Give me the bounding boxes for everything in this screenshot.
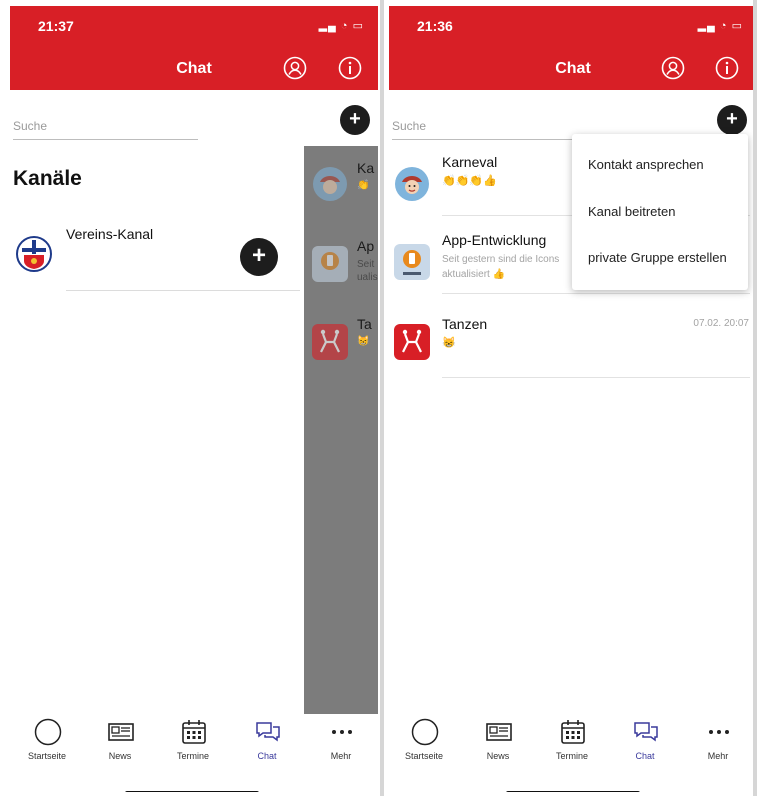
newspaper-icon xyxy=(485,718,513,746)
status-time: 21:36 xyxy=(417,18,453,34)
chat-name: App-Entwicklung xyxy=(442,232,547,248)
chat-preview: 👏👏👏👍 xyxy=(442,175,497,187)
chat-name: Karneval xyxy=(442,154,498,170)
tab-label: Startseite xyxy=(27,751,67,761)
info-icon[interactable] xyxy=(715,56,739,80)
tab-label: Chat xyxy=(257,751,277,761)
tab-label: News xyxy=(108,751,132,761)
home-indicator xyxy=(506,791,640,792)
add-button[interactable]: + xyxy=(340,105,370,135)
tab-bar: Startseite News Termine Chat Mehr xyxy=(10,714,378,792)
dance-icon xyxy=(394,324,430,360)
tab-bar: Startseite News Termine Chat Mehr xyxy=(389,714,757,792)
search-input[interactable]: Suche xyxy=(13,116,198,140)
home-circle-icon xyxy=(411,718,439,746)
profile-icon[interactable] xyxy=(661,56,685,80)
app-project-icon xyxy=(312,246,348,282)
chat-preview: 😸 xyxy=(357,336,370,347)
home-indicator xyxy=(125,791,259,792)
tab-startseite[interactable]: Startseite xyxy=(12,714,82,774)
newspaper-icon xyxy=(107,718,135,746)
divider xyxy=(442,293,750,294)
chat-bubbles-icon xyxy=(254,718,282,746)
carnival-icon xyxy=(394,166,430,202)
chat-name: Ta xyxy=(357,316,372,332)
tab-label: Startseite xyxy=(404,751,444,761)
chat-preview: Seit ualis xyxy=(357,259,378,283)
tab-mehr[interactable]: Mehr xyxy=(683,714,753,774)
calendar-icon xyxy=(559,718,587,746)
divider xyxy=(442,377,750,378)
calendar-icon xyxy=(180,718,208,746)
timestamp: 07.02. 20:07 xyxy=(693,318,749,329)
tab-chat[interactable]: Chat xyxy=(610,714,680,774)
status-icons: ▂▄ ◔ ▭ xyxy=(697,20,743,32)
tab-label: Mehr xyxy=(707,751,729,761)
divider xyxy=(66,290,300,291)
dance-icon xyxy=(312,324,348,360)
page-title: Chat xyxy=(176,60,212,77)
chat-preview: Seit gestern sind die Icons aktualisiert… xyxy=(442,254,560,280)
chat-bubbles-icon xyxy=(632,718,660,746)
add-menu-popup: Kontakt ansprechen Kanal beitreten priva… xyxy=(572,134,748,290)
header-bar: 21:37 ▂▄ ◔ ▭ Chat xyxy=(10,6,378,90)
search-input[interactable]: Suche xyxy=(392,116,577,140)
chat-preview: 😸 xyxy=(442,337,456,349)
tab-label: Termine xyxy=(176,751,209,761)
phone-screen-right: 21:36 ▂▄ ◔ ▭ Chat Suche + Karneval 👏👏👏👍 … xyxy=(389,6,757,792)
drawer-overlay[interactable]: Ka 👏 Ap Seit ualis Ta 😸 xyxy=(304,146,378,716)
menu-item-contact[interactable]: Kontakt ansprechen xyxy=(588,157,704,172)
page-title: Chat xyxy=(555,60,591,77)
chat-name: Ap xyxy=(357,238,375,254)
more-dots-icon xyxy=(705,718,733,746)
tab-startseite[interactable]: Startseite xyxy=(389,714,459,774)
tab-chat[interactable]: Chat xyxy=(232,714,302,774)
more-dots-icon xyxy=(328,718,356,746)
chat-preview: 👏 xyxy=(357,180,370,191)
section-title: Kanäle xyxy=(13,167,82,190)
menu-item-create-group[interactable]: private Gruppe erstellen xyxy=(588,250,727,265)
chat-row[interactable]: Tanzen 😸 07.02. 20:07 xyxy=(389,308,757,378)
tab-termine[interactable]: Termine xyxy=(537,714,607,774)
tab-label: Chat xyxy=(635,751,655,761)
tab-termine[interactable]: Termine xyxy=(158,714,228,774)
tab-news[interactable]: News xyxy=(463,714,533,774)
app-project-icon xyxy=(394,244,430,280)
club-crest-icon xyxy=(16,236,52,272)
carnival-icon xyxy=(312,166,348,202)
status-time: 21:37 xyxy=(38,18,74,34)
divider xyxy=(753,0,757,796)
tab-label: Mehr xyxy=(330,751,352,761)
tab-news[interactable]: News xyxy=(85,714,155,774)
tab-mehr[interactable]: Mehr xyxy=(306,714,376,774)
add-channel-button[interactable]: + xyxy=(240,238,278,276)
add-button[interactable]: + xyxy=(717,105,747,135)
profile-icon[interactable] xyxy=(283,56,307,80)
divider xyxy=(380,0,384,796)
chat-name: Ka xyxy=(357,160,375,176)
chat-name: Tanzen xyxy=(442,316,488,332)
tab-label: Termine xyxy=(555,751,588,761)
info-icon[interactable] xyxy=(338,56,362,80)
tab-label: News xyxy=(486,751,510,761)
status-icons: ▂▄ ◔ ▭ xyxy=(318,20,364,32)
channel-name: Vereins-Kanal xyxy=(66,226,154,242)
menu-item-join-channel[interactable]: Kanal beitreten xyxy=(588,204,675,219)
header-bar: 21:36 ▂▄ ◔ ▭ Chat xyxy=(389,6,757,90)
phone-screen-left: 21:37 ▂▄ ◔ ▭ Chat Suche + Kanäle Vereins… xyxy=(10,6,378,792)
home-circle-icon xyxy=(34,718,62,746)
